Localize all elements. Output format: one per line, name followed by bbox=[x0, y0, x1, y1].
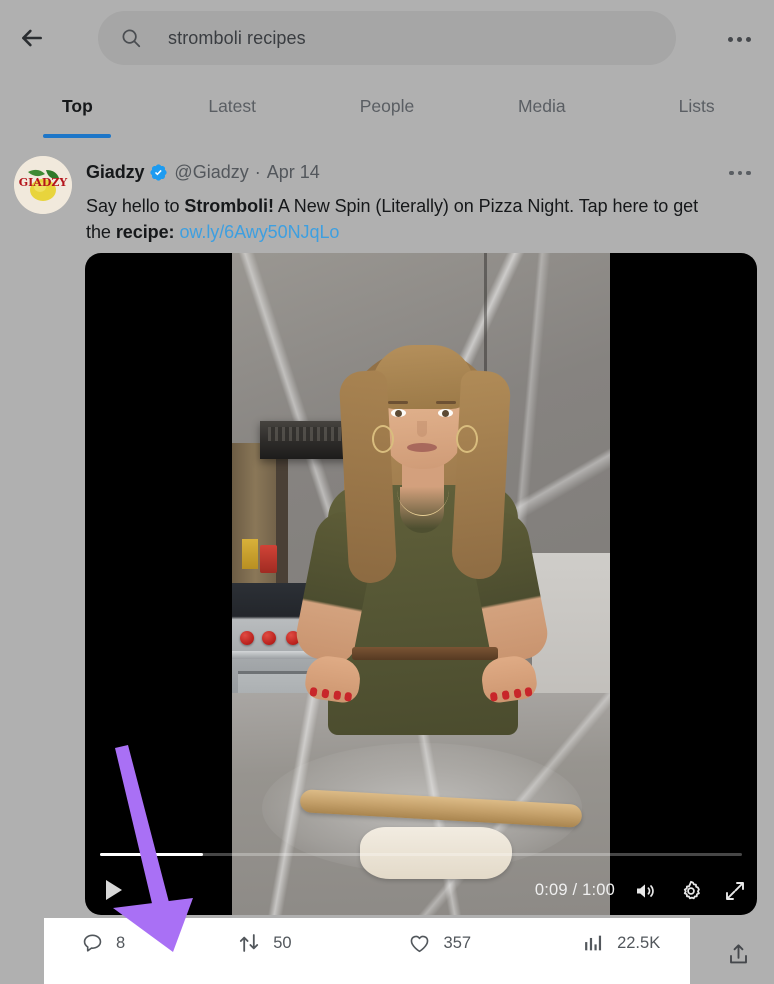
dot bbox=[745, 36, 751, 42]
tab-latest[interactable]: Latest bbox=[155, 82, 310, 138]
heart-icon bbox=[408, 931, 432, 955]
views-button[interactable]: 22.5K bbox=[581, 918, 660, 968]
video-scene bbox=[232, 253, 610, 915]
video-progress-fill bbox=[100, 853, 203, 856]
hoop-earring bbox=[372, 425, 394, 453]
retweet-count: 50 bbox=[273, 933, 292, 952]
video-player[interactable]: 0:09 / 1:00 bbox=[85, 253, 757, 915]
fullscreen-button[interactable] bbox=[719, 875, 751, 907]
tweet-text-bold1: Stromboli! bbox=[184, 196, 274, 216]
settings-button[interactable] bbox=[675, 875, 707, 907]
nail bbox=[344, 691, 353, 702]
tweet-text-bold2: recipe: bbox=[115, 222, 175, 242]
back-arrow-icon bbox=[22, 29, 42, 47]
nail bbox=[513, 688, 522, 699]
tab-lists[interactable]: Lists bbox=[619, 82, 774, 138]
search-query-text: stromboli recipes bbox=[168, 27, 306, 48]
eye bbox=[391, 409, 406, 417]
video-frame bbox=[232, 253, 610, 915]
views-count: 22.5K bbox=[617, 933, 661, 952]
tweet-separator: · bbox=[254, 161, 261, 182]
dot bbox=[727, 36, 733, 42]
dot bbox=[736, 36, 742, 42]
author-handle[interactable]: @Giadzy bbox=[174, 162, 248, 183]
hoop-earring bbox=[456, 425, 478, 453]
tweet-more-button[interactable] bbox=[720, 156, 760, 190]
play-button[interactable] bbox=[101, 877, 127, 903]
tab-label: Media bbox=[517, 96, 566, 116]
tweet-text: Say hello to Stromboli! A New Spin (Lite… bbox=[86, 193, 718, 245]
tab-media[interactable]: Media bbox=[464, 82, 619, 138]
giadzy-logo-icon: GIADZY bbox=[14, 156, 72, 214]
search-input[interactable]: stromboli recipes bbox=[98, 11, 676, 65]
eyebrow bbox=[436, 401, 456, 404]
share-button[interactable] bbox=[720, 936, 756, 972]
tweet-date[interactable]: Apr 14 bbox=[267, 162, 320, 183]
engagement-actions: 8 50 357 22.5K bbox=[44, 918, 690, 968]
reply-button[interactable]: 8 bbox=[80, 918, 125, 968]
video-progress-bar[interactable] bbox=[100, 853, 742, 856]
twitter-search-screen: stromboli recipes Top Latest People Medi… bbox=[0, 0, 774, 984]
back-button[interactable] bbox=[10, 16, 54, 60]
share-icon bbox=[729, 943, 747, 963]
expand-icon bbox=[726, 882, 744, 900]
dot bbox=[737, 170, 743, 176]
tab-label: Latest bbox=[208, 96, 257, 116]
svg-text:GIADZY: GIADZY bbox=[19, 176, 68, 189]
volume-button[interactable] bbox=[629, 875, 661, 907]
nail bbox=[501, 690, 510, 701]
retweet-icon bbox=[237, 931, 261, 955]
tweet[interactable]: GIADZY Giadzy @Giadzy · Apr 14 Say hello… bbox=[0, 146, 774, 245]
avatar[interactable]: GIADZY bbox=[14, 156, 72, 214]
tweet-action-bar: 8 50 357 22.5K bbox=[0, 918, 774, 984]
video-timecode: 0:09 / 1:00 bbox=[534, 881, 615, 899]
reply-count: 8 bbox=[116, 933, 126, 952]
tweet-body: Giadzy @Giadzy · Apr 14 Say hello to Str… bbox=[86, 146, 774, 245]
verified-badge-icon bbox=[149, 163, 168, 182]
nail bbox=[524, 686, 533, 697]
tweet-link[interactable]: ow.ly/6Awy50NJqLo bbox=[179, 222, 339, 242]
analytics-icon bbox=[581, 931, 605, 955]
nail bbox=[309, 686, 318, 697]
header-more-button[interactable] bbox=[718, 18, 760, 60]
like-button[interactable]: 357 bbox=[408, 918, 472, 968]
reply-icon bbox=[80, 931, 104, 955]
tab-label: Top bbox=[62, 96, 93, 116]
gear-icon bbox=[683, 880, 700, 900]
volume-icon bbox=[637, 884, 654, 898]
tab-label: Lists bbox=[678, 96, 715, 116]
tweet-header: Giadzy @Giadzy · Apr 14 bbox=[86, 146, 718, 186]
active-tab-underline bbox=[43, 134, 112, 138]
tweet-text-part1: Say hello to bbox=[86, 196, 185, 216]
dot bbox=[746, 170, 751, 176]
mouth bbox=[407, 443, 437, 452]
search-tabs: Top Latest People Media Lists bbox=[0, 82, 774, 138]
nail bbox=[333, 690, 342, 701]
eye bbox=[438, 409, 453, 417]
play-icon bbox=[106, 880, 122, 900]
tab-label: People bbox=[359, 96, 415, 116]
retweet-button[interactable]: 50 bbox=[237, 918, 292, 968]
dot bbox=[729, 170, 734, 176]
search-icon bbox=[120, 27, 142, 49]
nail bbox=[321, 688, 330, 699]
author-name[interactable]: Giadzy bbox=[86, 162, 145, 183]
top-bar: stromboli recipes bbox=[0, 0, 774, 76]
belt bbox=[352, 647, 498, 660]
tab-people[interactable]: People bbox=[310, 82, 465, 138]
nose bbox=[417, 421, 427, 437]
nail bbox=[489, 691, 498, 702]
like-count: 357 bbox=[443, 933, 472, 952]
eyebrow bbox=[388, 401, 408, 404]
tab-top[interactable]: Top bbox=[0, 82, 155, 138]
